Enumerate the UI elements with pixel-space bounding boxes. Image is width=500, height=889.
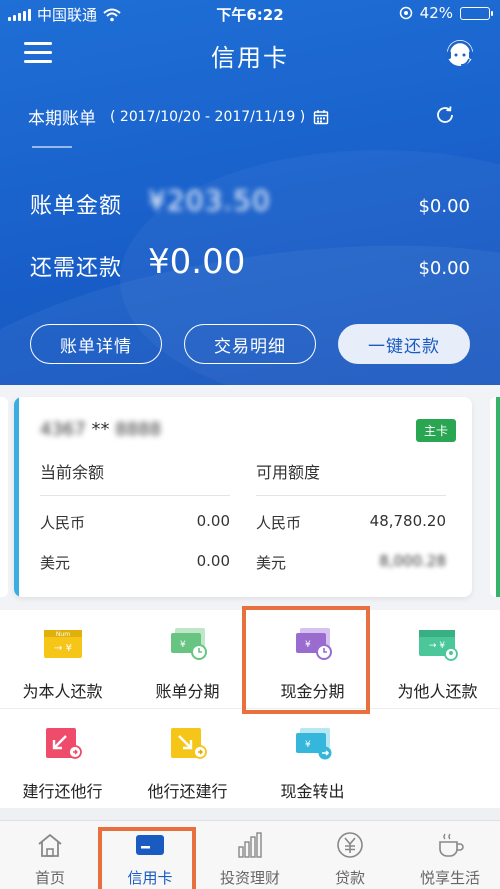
battery-percent: 42% <box>419 4 453 22</box>
tab-investment[interactable]: 投资理财 <box>200 821 300 889</box>
balance-rmb-value: 0.00 <box>196 512 230 530</box>
repay-others-icon: → ¥ <box>419 630 458 661</box>
credit-card-panel[interactable]: 4367 ** 8888 主卡 当前余额 人民币 0.00 美元 0.00 可用… <box>14 397 472 597</box>
next-card-peek[interactable] <box>490 397 500 597</box>
arrow-yen-label: → ¥ <box>429 641 445 651</box>
tab-loan[interactable]: 贷款 <box>300 821 400 889</box>
credit-rmb-row: 人民币 48,780.20 <box>256 512 446 536</box>
due-amount-usd: $0.00 <box>418 258 470 279</box>
credit-usd-value: 8,000.28 <box>379 552 446 570</box>
credit-usd-row: 美元 8,000.28 <box>256 552 446 576</box>
cash-transfer-out-button[interactable]: ¥ 现金转出 <box>250 710 375 808</box>
function-label: 建行还他行 <box>22 782 103 801</box>
status-bar: 中国联通 下午6:22 42% <box>0 0 500 28</box>
bill-actions: 账单详情 交易明细 一键还款 <box>30 324 470 364</box>
card-carousel: 4367 ** 8888 主卡 当前余额 人民币 0.00 美元 0.00 可用… <box>0 385 500 610</box>
num-label: Num <box>56 631 70 638</box>
tab-label: 投资理财 <box>219 869 280 887</box>
title-bar: 信用卡 <box>0 32 500 80</box>
credit-header: 可用额度 <box>256 459 446 496</box>
credit-column: 可用额度 人民币 48,780.20 美元 8,000.28 <box>256 459 446 576</box>
tab-label: 贷款 <box>334 869 365 887</box>
balance-rmb-row: 人民币 0.00 <box>40 512 230 536</box>
refresh-icon[interactable] <box>434 104 456 126</box>
header-panel: 中国联通 下午6:22 42% 信用卡 本期账单 (2017/10/20 - … <box>0 0 500 385</box>
coffee-cup-icon <box>439 833 464 857</box>
function-label: 他行还建行 <box>147 782 228 801</box>
bill-amount-usd: $0.00 <box>418 196 470 217</box>
customer-service-icon[interactable] <box>442 36 478 72</box>
card-accent-bar <box>14 397 19 597</box>
function-label: 为本人还款 <box>22 682 103 701</box>
tab-label: 悦享生活 <box>419 869 480 887</box>
highlight-cash-installment <box>242 606 370 714</box>
ccb-to-other-icon <box>46 728 82 759</box>
tab-label: 首页 <box>34 869 65 887</box>
cash-transfer-icon: ¥ <box>296 728 332 760</box>
bottom-tab-bar: 首页 信用卡 投资理财 贷款 悦享生活 <box>0 820 500 889</box>
repay-self-button[interactable]: Num → ¥ 为本人还款 <box>0 610 125 708</box>
card-number-suffix: 8888 <box>115 419 162 440</box>
due-amount-label: 还需还款 <box>30 256 123 281</box>
battery-icon <box>460 6 493 20</box>
balance-column: 当前余额 人民币 0.00 美元 0.00 <box>40 459 230 576</box>
due-amount-row: 还需还款 ¥0.00 $0.00 <box>30 242 470 288</box>
function-label: 现金转出 <box>280 782 345 801</box>
bill-installment-button[interactable]: ¥ 账单分期 <box>125 610 250 708</box>
function-label: 为他人还款 <box>397 682 478 701</box>
page-title: 信用卡 <box>211 44 289 72</box>
card-number-prefix: 4367 <box>40 419 86 440</box>
primary-card-badge: 主卡 <box>415 419 456 442</box>
bill-period: 本期账单 ( 2017/10/20 - 2017/11/19 ) <box>28 104 329 129</box>
function-label: 账单分期 <box>155 682 220 701</box>
arrow-yen-label: → ¥ <box>54 643 72 654</box>
repay-others-button[interactable]: → ¥ 为他人还款 <box>375 610 500 708</box>
balance-header: 当前余额 <box>40 459 230 496</box>
card-number: 4367 ** 8888 <box>40 419 161 440</box>
one-click-repay-button[interactable]: 一键还款 <box>338 324 470 364</box>
balance-usd-value: 0.00 <box>196 552 230 570</box>
tab-home[interactable]: 首页 <box>0 821 100 889</box>
bar-chart-icon <box>238 832 262 858</box>
other-to-ccb-icon <box>171 728 207 759</box>
bill-amount-label: 账单金额 <box>30 194 123 219</box>
other-bank-to-ccb-button[interactable]: 他行还建行 <box>125 710 250 808</box>
highlight-credit-card-tab <box>98 827 196 889</box>
rmb-label: 人民币 <box>256 514 302 532</box>
credit-rmb-value: 48,780.20 <box>369 512 446 530</box>
bill-amount-value: ¥203.50 <box>148 184 271 217</box>
usd-label: 美元 <box>40 554 71 572</box>
period-underline <box>32 146 72 148</box>
home-icon <box>38 833 62 857</box>
due-amount-value: ¥0.00 <box>148 242 246 282</box>
rmb-label: 人民币 <box>40 514 86 532</box>
yen-label: ¥ <box>305 740 311 750</box>
ccb-to-other-bank-button[interactable]: 建行还他行 <box>0 710 125 808</box>
period-label: 本期账单 <box>28 109 96 129</box>
usd-label: 美元 <box>256 554 287 572</box>
yen-label: ¥ <box>180 640 186 650</box>
repay-self-icon: Num → ¥ <box>44 630 82 658</box>
tab-lifestyle[interactable]: 悦享生活 <box>400 821 500 889</box>
bill-detail-button[interactable]: 账单详情 <box>30 324 162 364</box>
balance-usd-row: 美元 0.00 <box>40 552 230 576</box>
bill-amount-row: 账单金额 ¥203.50 $0.00 <box>30 184 470 224</box>
location-icon <box>399 6 412 20</box>
calendar-icon[interactable] <box>313 109 329 125</box>
card-number-mask: ** <box>91 419 110 440</box>
bill-installment-icon: ¥ <box>171 628 207 660</box>
period-range: ( 2017/10/20 - 2017/11/19 ) <box>110 108 306 125</box>
transactions-button[interactable]: 交易明细 <box>184 324 316 364</box>
previous-card-peek[interactable] <box>0 397 8 597</box>
yen-coin-icon <box>337 832 363 858</box>
